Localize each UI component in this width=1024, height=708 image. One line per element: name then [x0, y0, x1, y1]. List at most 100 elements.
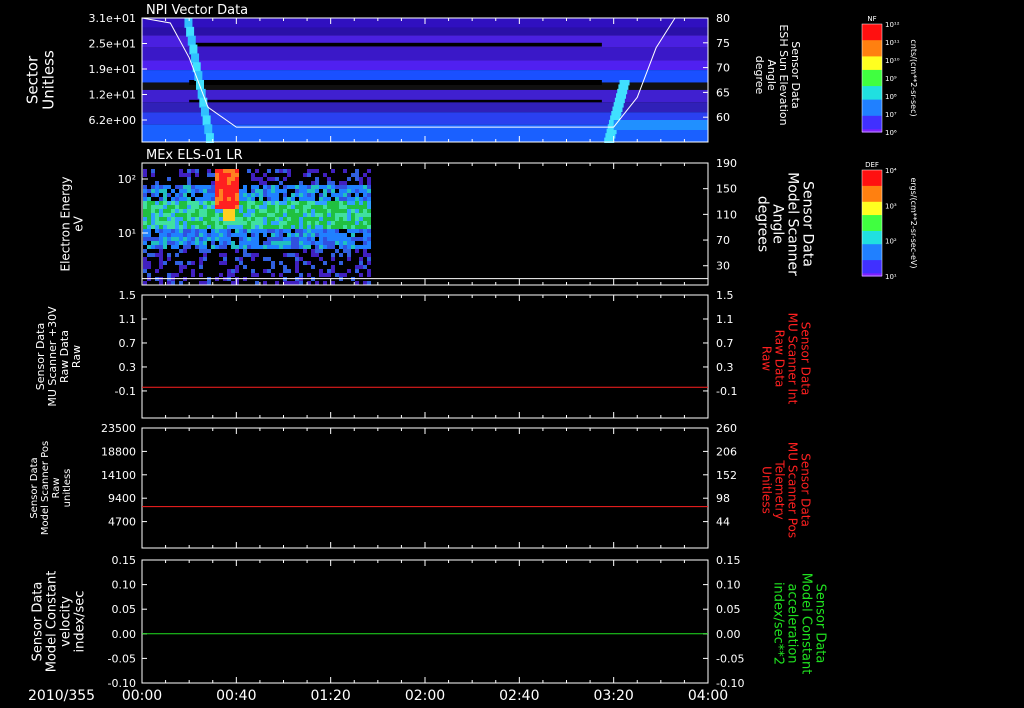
- els-heatmap-cell: [219, 169, 223, 173]
- els-heatmap-cell: [295, 217, 299, 221]
- els-heatmap-cell: [283, 193, 287, 197]
- els-heatmap-cell: [179, 269, 183, 273]
- x-tick-label: 00:40: [216, 688, 256, 704]
- els-heatmap-cell: [223, 257, 227, 261]
- els-heatmap-cell: [275, 169, 279, 173]
- x-tick-label: 01:20: [310, 688, 350, 704]
- els-heatmap-cell: [235, 205, 239, 209]
- els-heatmap-cell: [207, 225, 211, 229]
- panel-3-frame: [141, 427, 709, 549]
- els-heatmap-cell: [143, 269, 147, 273]
- els-heatmap-cell: [195, 209, 199, 213]
- els-heatmap-cell: [311, 209, 315, 213]
- els-heatmap-cell: [315, 229, 319, 233]
- els-heatmap-cell: [215, 185, 219, 189]
- colorbar-def-tick-label: 10³: [885, 202, 897, 210]
- els-heatmap-cell: [155, 221, 159, 225]
- colorbar-def-tick-label: 10²: [885, 238, 897, 246]
- els-heatmap-cell: [295, 201, 299, 205]
- els-heatmap-cell: [307, 169, 311, 173]
- els-heatmap-cell: [327, 217, 331, 221]
- els-heatmap-cell: [199, 241, 203, 245]
- els-heatmap-cell: [315, 217, 319, 221]
- els-heatmap-cell: [163, 225, 167, 229]
- panel-3-ylabel-line: Raw: [51, 477, 62, 498]
- els-heatmap-cell: [279, 209, 283, 213]
- els-heatmap-cell: [235, 257, 239, 261]
- els-heatmap-cell: [295, 233, 299, 237]
- els-heatmap-cell: [235, 193, 239, 197]
- panel-2-y2tick-label: -0.1: [716, 385, 737, 398]
- els-heatmap-cell: [155, 193, 159, 197]
- els-heatmap-cell: [291, 221, 295, 225]
- els-heatmap-cell: [319, 237, 323, 241]
- els-heatmap-cell: [271, 237, 275, 241]
- x-tick-label: 03:20: [593, 688, 633, 704]
- els-heatmap-cell: [363, 225, 367, 229]
- els-heatmap-cell: [179, 261, 183, 265]
- els-heatmap-cell: [179, 229, 183, 233]
- colorbar-nf-tick-label: 10⁹: [885, 75, 897, 83]
- els-heatmap-cell: [151, 209, 155, 213]
- els-heatmap-cell: [255, 233, 259, 237]
- els-heatmap-cell: [239, 217, 243, 221]
- els-heatmap-cell: [211, 193, 215, 197]
- els-heatmap-cell: [215, 233, 219, 237]
- els-heatmap-cell: [219, 197, 223, 201]
- els-heatmap-cell: [147, 213, 151, 217]
- els-heatmap-cell: [171, 189, 175, 193]
- els-heatmap-cell: [327, 209, 331, 213]
- npi-heatmap-streak: [186, 26, 195, 37]
- els-heatmap-cell: [311, 197, 315, 201]
- els-heatmap-cell: [247, 225, 251, 229]
- panel-1-ytick-label: 10¹: [118, 227, 136, 240]
- els-heatmap-cell: [215, 201, 219, 205]
- npi-heatmap-band: [142, 27, 708, 36]
- els-heatmap-cell: [231, 217, 235, 221]
- els-heatmap-cell: [323, 281, 327, 285]
- els-heatmap-cell: [223, 177, 227, 181]
- els-heatmap-cell: [319, 209, 323, 213]
- els-heatmap-cell: [159, 245, 163, 249]
- els-heatmap-cell: [151, 221, 155, 225]
- els-heatmap-cell: [327, 197, 331, 201]
- els-heatmap-cell: [307, 233, 311, 237]
- els-heatmap-cell: [291, 213, 295, 217]
- els-heatmap-cell: [295, 205, 299, 209]
- els-heatmap-cell: [323, 209, 327, 213]
- els-heatmap-cell: [231, 221, 235, 225]
- els-heatmap-cell: [203, 233, 207, 237]
- panel-0-y2tick-label: 70: [716, 62, 730, 75]
- els-heatmap-cell: [223, 213, 227, 217]
- els-heatmap-cell: [235, 245, 239, 249]
- els-heatmap-cell: [155, 201, 159, 205]
- els-heatmap-cell: [227, 233, 231, 237]
- els-heatmap-cell: [227, 217, 231, 221]
- els-heatmap-cell: [355, 197, 359, 201]
- els-heatmap-cell: [351, 241, 355, 245]
- els-heatmap-cell: [291, 201, 295, 205]
- els-heatmap-cell: [175, 233, 179, 237]
- els-heatmap-cell: [299, 221, 303, 225]
- els-heatmap-cell: [159, 217, 163, 221]
- panel-2-y2label-line: MU Scanner Int: [785, 313, 799, 405]
- els-heatmap-cell: [207, 185, 211, 189]
- els-heatmap-cell: [247, 237, 251, 241]
- els-heatmap-cell: [143, 213, 147, 217]
- els-heatmap-cell: [331, 241, 335, 245]
- els-heatmap-cell: [367, 269, 371, 273]
- els-heatmap-cell: [271, 185, 275, 189]
- els-heatmap-cell: [211, 213, 215, 217]
- els-heatmap-cell: [315, 189, 319, 193]
- els-heatmap-cell: [267, 209, 271, 213]
- panel-2-ylabel: Sensor Data MU Scanner +30V Raw Data Raw: [34, 306, 83, 407]
- panel-2-ytick-label: -0.1: [115, 385, 136, 398]
- els-heatmap-cell: [223, 201, 227, 205]
- els-heatmap-cell: [323, 189, 327, 193]
- els-heatmap-cell: [179, 233, 183, 237]
- els-heatmap-cell: [267, 217, 271, 221]
- els-heatmap-cell: [287, 201, 291, 205]
- els-heatmap-cell: [283, 213, 287, 217]
- els-heatmap-cell: [167, 225, 171, 229]
- els-heatmap-cell: [175, 237, 179, 241]
